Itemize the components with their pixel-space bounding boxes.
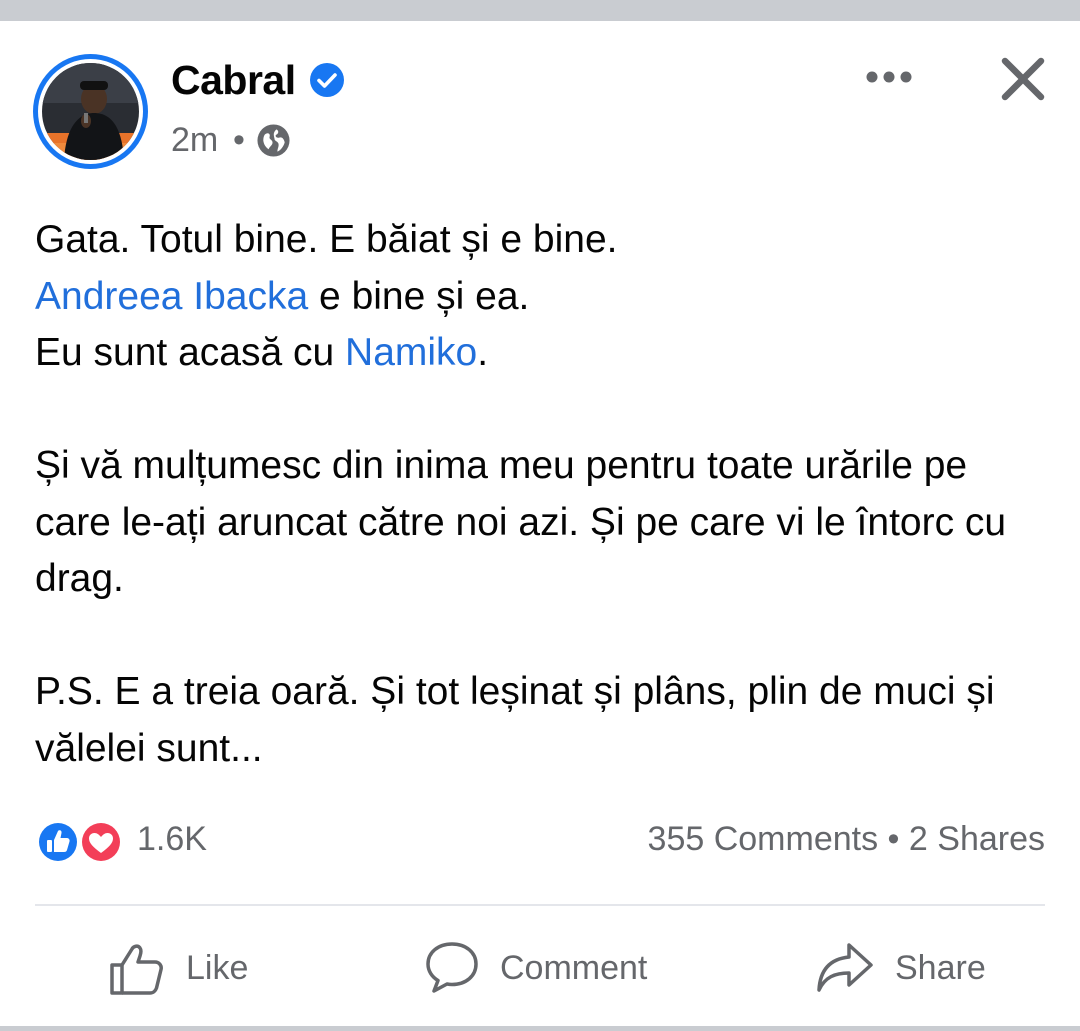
thumbs-up-icon [110,944,163,995]
comment-icon [426,942,478,993]
like-reaction-icon [36,820,80,864]
stats-separator: • [887,820,900,858]
avatar[interactable] [33,54,148,169]
like-button[interactable]: Like [108,930,248,1006]
post-paragraph-3: P.S. E a treia oară. Și tot leșinat și p… [35,670,995,770]
post-time[interactable]: 2m [171,121,218,160]
bottom-strip [0,1026,1080,1031]
engagement-stats: 355 Comments • 2 Shares [648,820,1045,859]
comment-label: Comment [500,948,648,987]
divider [35,904,1045,906]
comments-count[interactable]: 355 Comments [648,820,879,858]
shares-count[interactable]: 2 Shares [909,820,1045,858]
share-label: Share [895,948,986,987]
mention-namiko[interactable]: Namiko [345,331,477,374]
comment-button[interactable]: Comment [424,930,647,1006]
verified-icon [310,63,344,97]
avatar-photo [42,63,139,160]
close-icon[interactable] [1000,56,1046,102]
share-icon [817,943,873,992]
post-body: Gata. Totul bine. E băiat și e bine. And… [35,212,1045,777]
author-name[interactable]: Cabral [171,57,296,104]
reaction-count[interactable]: 1.6K [137,820,207,859]
love-reaction-icon [79,820,123,864]
globe-icon [257,124,290,157]
more-options-icon[interactable] [865,70,913,84]
reaction-icons[interactable] [33,817,133,867]
post-line-3: Eu sunt acasă cu Namiko. [35,331,489,374]
meta-separator: • [233,121,245,159]
post-line-1: Gata. Totul bine. E băiat și e bine. [35,218,618,261]
like-label: Like [186,948,249,987]
status-bar-strip [0,0,1080,21]
share-button[interactable]: Share [815,930,986,1006]
post-paragraph-2: Și vă mulțumesc din inima meu pentru toa… [35,444,1007,600]
post-line-2: Andreea Ibacka e bine și ea. [35,274,530,318]
mention-andreea-ibacka[interactable]: Andreea Ibacka [35,275,308,318]
